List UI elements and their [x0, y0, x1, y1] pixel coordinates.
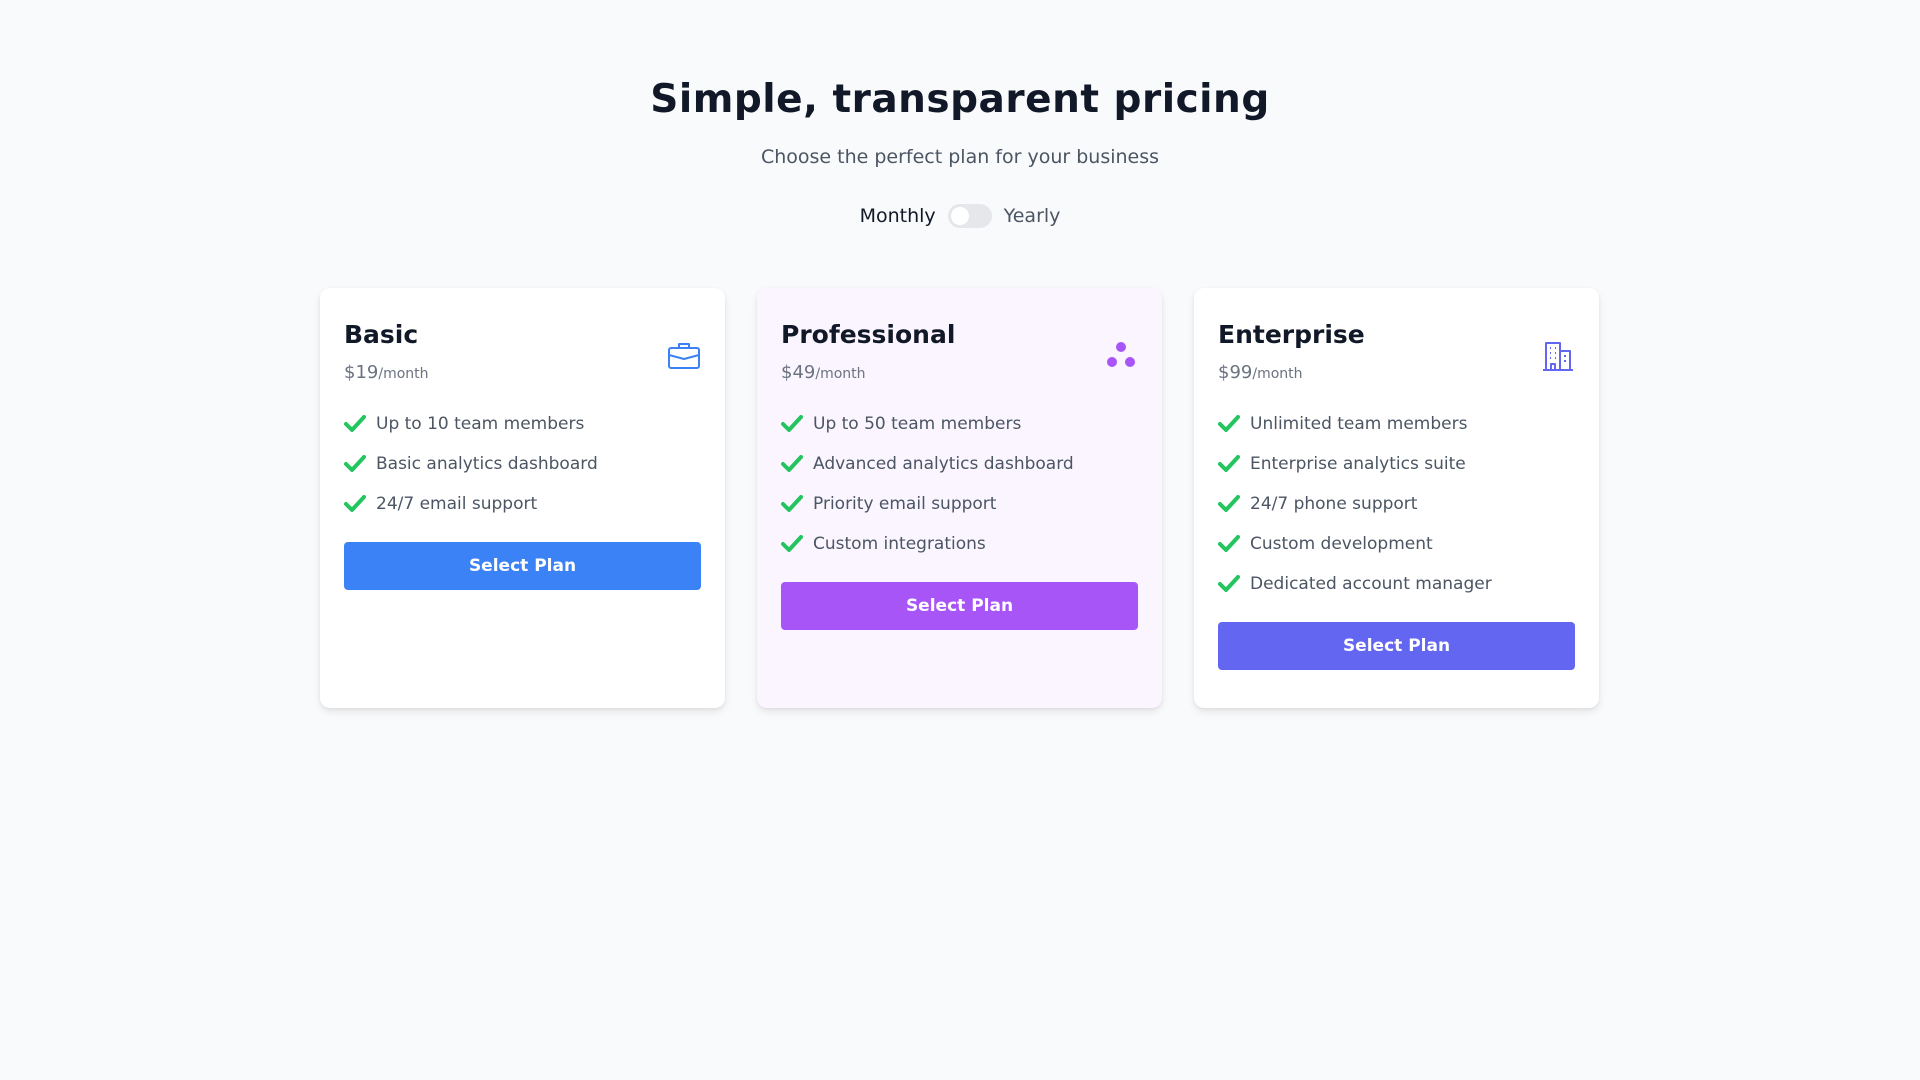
plan-name: Enterprise [1218, 320, 1365, 349]
plan-card-enterprise: Enterprise $99/month Unlimited team memb… [1194, 288, 1599, 708]
feature-label: Unlimited team members [1250, 414, 1468, 434]
switch-knob [949, 206, 970, 226]
feature-item: Custom integrations [781, 533, 1138, 555]
feature-label: Enterprise analytics suite [1250, 454, 1466, 474]
check-icon [344, 415, 366, 432]
building-icon [1543, 342, 1573, 371]
billing-toggle: Monthly Yearly [0, 204, 1920, 228]
feature-label: Basic analytics dashboard [376, 454, 598, 474]
check-icon [781, 455, 803, 472]
feature-label: Custom integrations [813, 534, 986, 554]
select-plan-enterprise-button[interactable]: Select Plan [1218, 622, 1575, 670]
monthly-label[interactable]: Monthly [860, 205, 936, 227]
feature-label: Custom development [1250, 534, 1433, 554]
select-plan-professional-button[interactable]: Select Plan [781, 582, 1138, 630]
check-icon [1218, 455, 1240, 472]
price-amount: $99 [1218, 362, 1253, 383]
price-period: /month [378, 366, 429, 382]
check-icon [781, 495, 803, 512]
feature-item: Dedicated account manager [1218, 573, 1575, 595]
plan-name: Professional [781, 320, 956, 349]
feature-label: Up to 50 team members [813, 414, 1022, 434]
plan-price: $19/month [344, 362, 701, 385]
feature-label: Dedicated account manager [1250, 574, 1492, 594]
feature-item: Up to 50 team members [781, 413, 1138, 435]
feature-item: Unlimited team members [1218, 413, 1575, 435]
pricing-header: Simple, transparent pricing Choose the p… [0, 0, 1920, 228]
page-title: Simple, transparent pricing [650, 77, 1270, 122]
feature-item: Priority email support [781, 493, 1138, 515]
feature-label: Up to 10 team members [376, 414, 585, 434]
check-icon [1218, 495, 1240, 512]
price-period: /month [815, 366, 866, 382]
feature-list: Unlimited team members Enterprise analyt… [1218, 413, 1575, 595]
plan-price: $49/month [781, 362, 1138, 385]
check-icon [1218, 575, 1240, 592]
feature-item: Advanced analytics dashboard [781, 453, 1138, 475]
pricing-page: Simple, transparent pricing Choose the p… [0, 0, 1920, 1080]
price-amount: $19 [344, 362, 379, 383]
feature-list: Up to 50 team members Advanced analytics… [781, 413, 1138, 555]
feature-item: Custom development [1218, 533, 1575, 555]
check-icon [781, 535, 803, 552]
check-icon [1218, 415, 1240, 432]
feature-label: 24/7 phone support [1250, 494, 1418, 514]
feature-label: Advanced analytics dashboard [813, 454, 1074, 474]
check-icon [781, 415, 803, 432]
check-icon [1218, 535, 1240, 552]
feature-item: Up to 10 team members [344, 413, 701, 435]
feature-item: Enterprise analytics suite [1218, 453, 1575, 475]
yearly-label[interactable]: Yearly [1004, 205, 1061, 227]
price-period: /month [1252, 366, 1303, 382]
plan-price: $99/month [1218, 362, 1575, 385]
plan-card-professional: Professional $49/month Up to 50 team mem… [757, 288, 1162, 708]
feature-item: 24/7 phone support [1218, 493, 1575, 515]
feature-label: 24/7 email support [376, 494, 538, 514]
price-amount: $49 [781, 362, 816, 383]
check-icon [344, 495, 366, 512]
check-icon [344, 455, 366, 472]
briefcase-icon [668, 343, 700, 369]
feature-item: 24/7 email support [344, 493, 701, 515]
page-subtitle: Choose the perfect plan for your busines… [760, 146, 1160, 168]
feature-label: Priority email support [813, 494, 997, 514]
three-dots-icon [1107, 342, 1135, 367]
select-plan-basic-button[interactable]: Select Plan [344, 542, 701, 590]
plan-card-basic: Basic $19/month Up to 10 team members Ba… [320, 288, 725, 708]
plan-name: Basic [344, 320, 419, 349]
pricing-cards: Basic $19/month Up to 10 team members Ba… [320, 288, 1599, 708]
feature-item: Basic analytics dashboard [344, 453, 701, 475]
billing-period-switch[interactable] [947, 204, 992, 228]
feature-list: Up to 10 team members Basic analytics da… [344, 413, 701, 515]
